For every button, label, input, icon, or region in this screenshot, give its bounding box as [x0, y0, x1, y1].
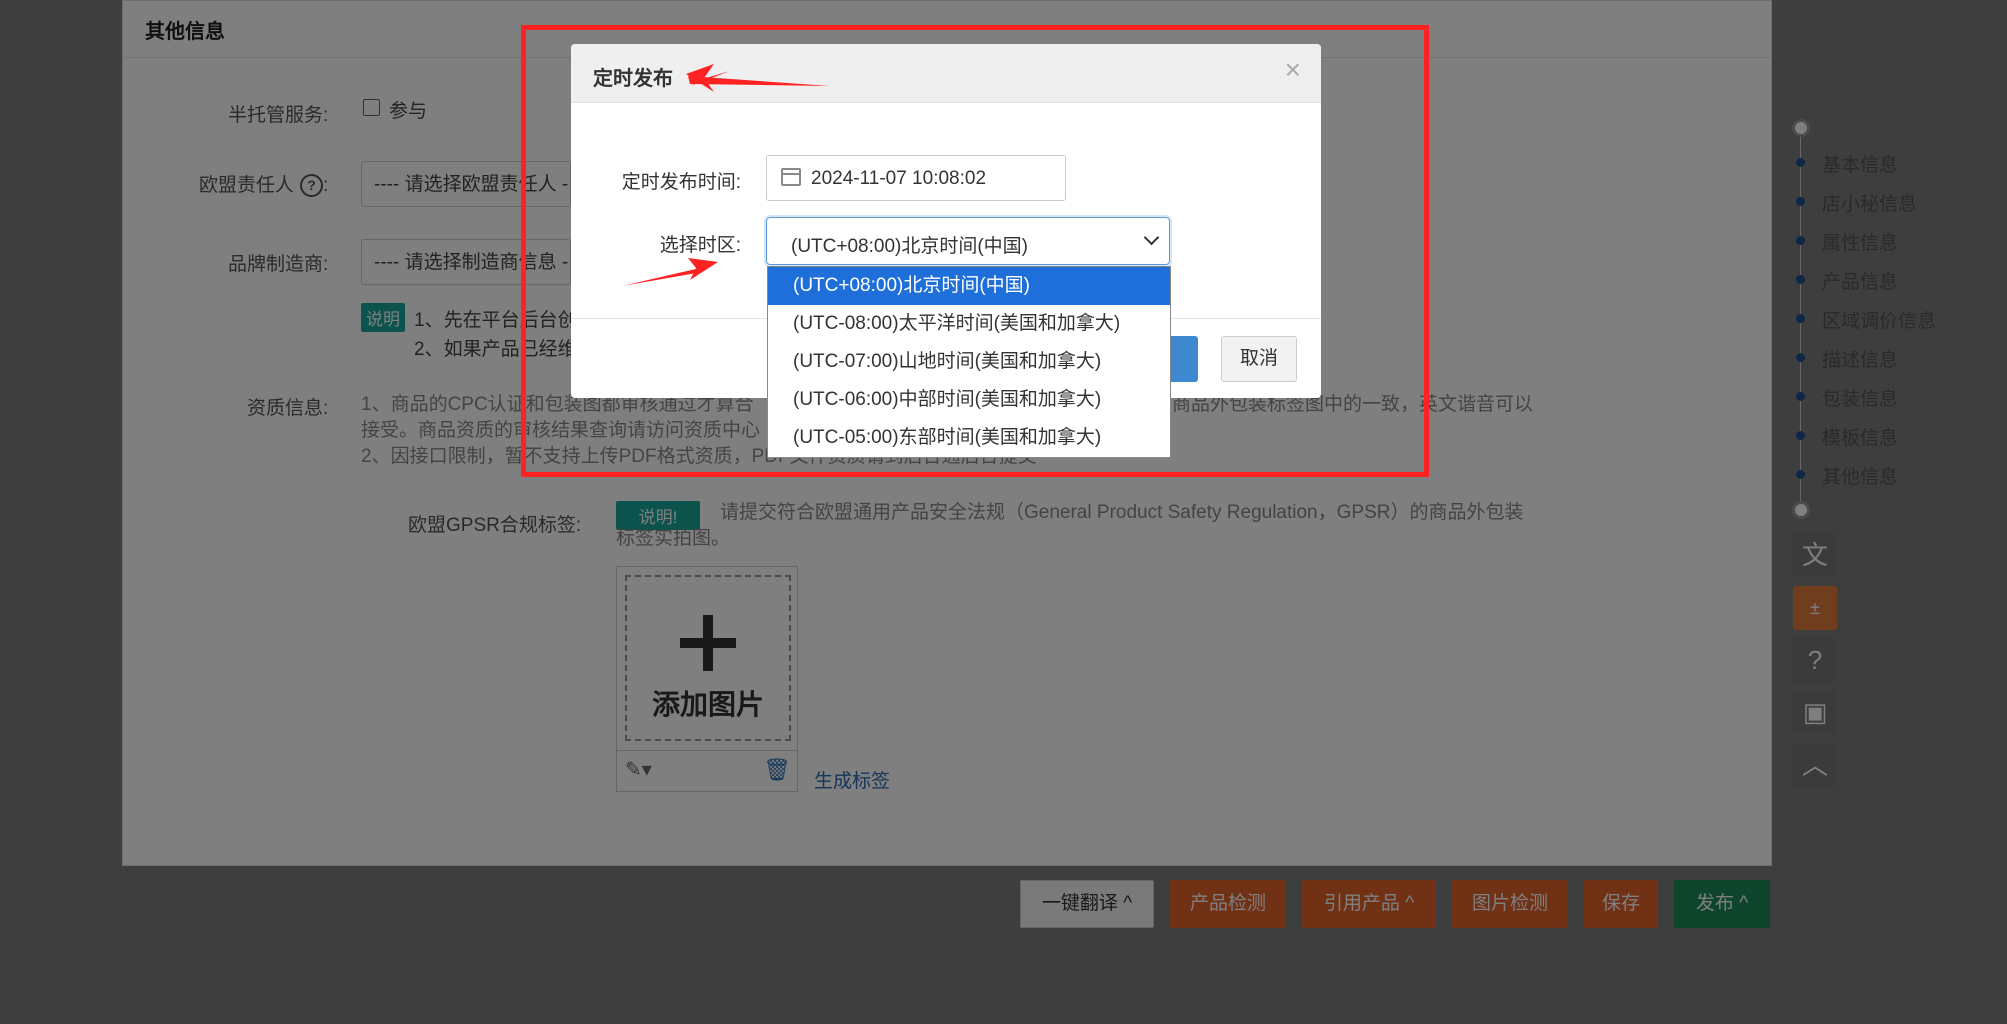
arrow-to-title-head [688, 76, 830, 86]
arrow-to-timezone-tip [688, 258, 718, 280]
arrow-to-timezone [622, 268, 702, 286]
annotation-arrows [622, 64, 830, 286]
